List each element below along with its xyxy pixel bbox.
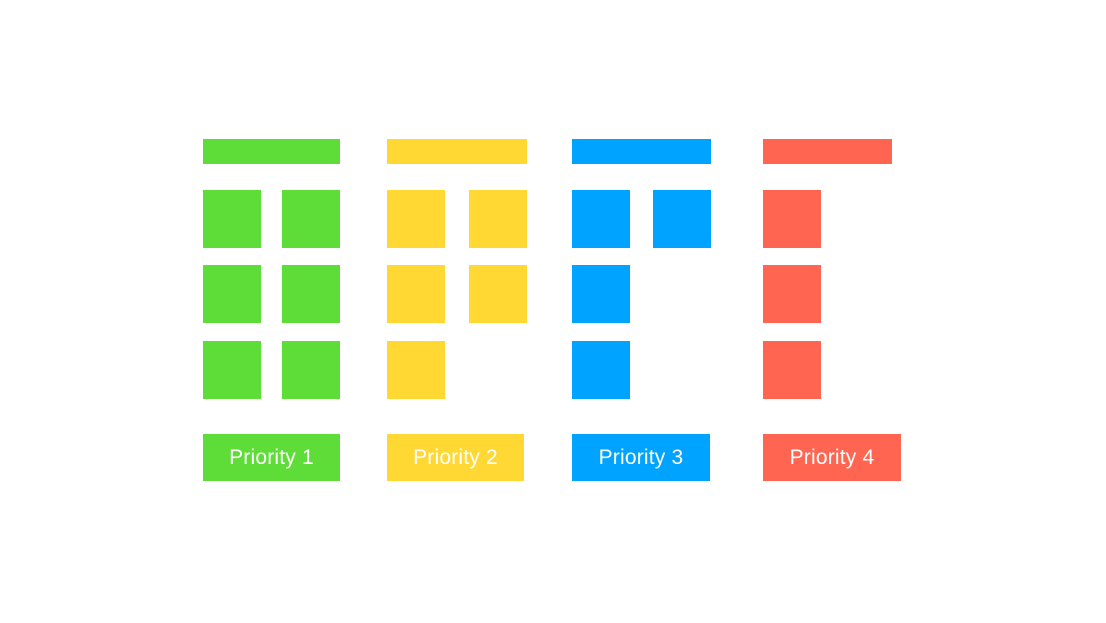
priority-4-tile — [763, 190, 821, 248]
priority-2-column: Priority 2 — [387, 139, 527, 481]
priority-2-label: Priority 2 — [387, 434, 524, 481]
priority-1-tile — [282, 190, 340, 248]
priority-1-tile — [282, 341, 340, 399]
priority-1-tile — [282, 265, 340, 323]
priority-1-label: Priority 1 — [203, 434, 340, 481]
priority-2-tile — [469, 190, 527, 248]
priority-2-tile — [387, 190, 445, 248]
priority-4-label: Priority 4 — [763, 434, 901, 481]
priority-2-header-bar — [387, 139, 527, 164]
priority-2-tile — [387, 341, 445, 399]
priority-4-tile — [763, 265, 821, 323]
priority-3-header-bar — [572, 139, 711, 164]
priority-1-tile — [203, 265, 261, 323]
priority-4-tile — [763, 341, 821, 399]
priority-3-tile — [572, 341, 630, 399]
priority-3-label: Priority 3 — [572, 434, 710, 481]
priority-4-column: Priority 4 — [763, 139, 902, 481]
priority-1-column: Priority 1 — [203, 139, 342, 481]
priority-3-column: Priority 3 — [572, 139, 711, 481]
priority-2-tile — [387, 265, 445, 323]
priority-3-tile — [653, 190, 711, 248]
priority-1-header-bar — [203, 139, 340, 164]
priority-2-tile — [469, 265, 527, 323]
priority-3-tile — [572, 265, 630, 323]
priority-1-tile — [203, 341, 261, 399]
priority-4-header-bar — [763, 139, 892, 164]
priority-3-tile — [572, 190, 630, 248]
priority-1-tile — [203, 190, 261, 248]
